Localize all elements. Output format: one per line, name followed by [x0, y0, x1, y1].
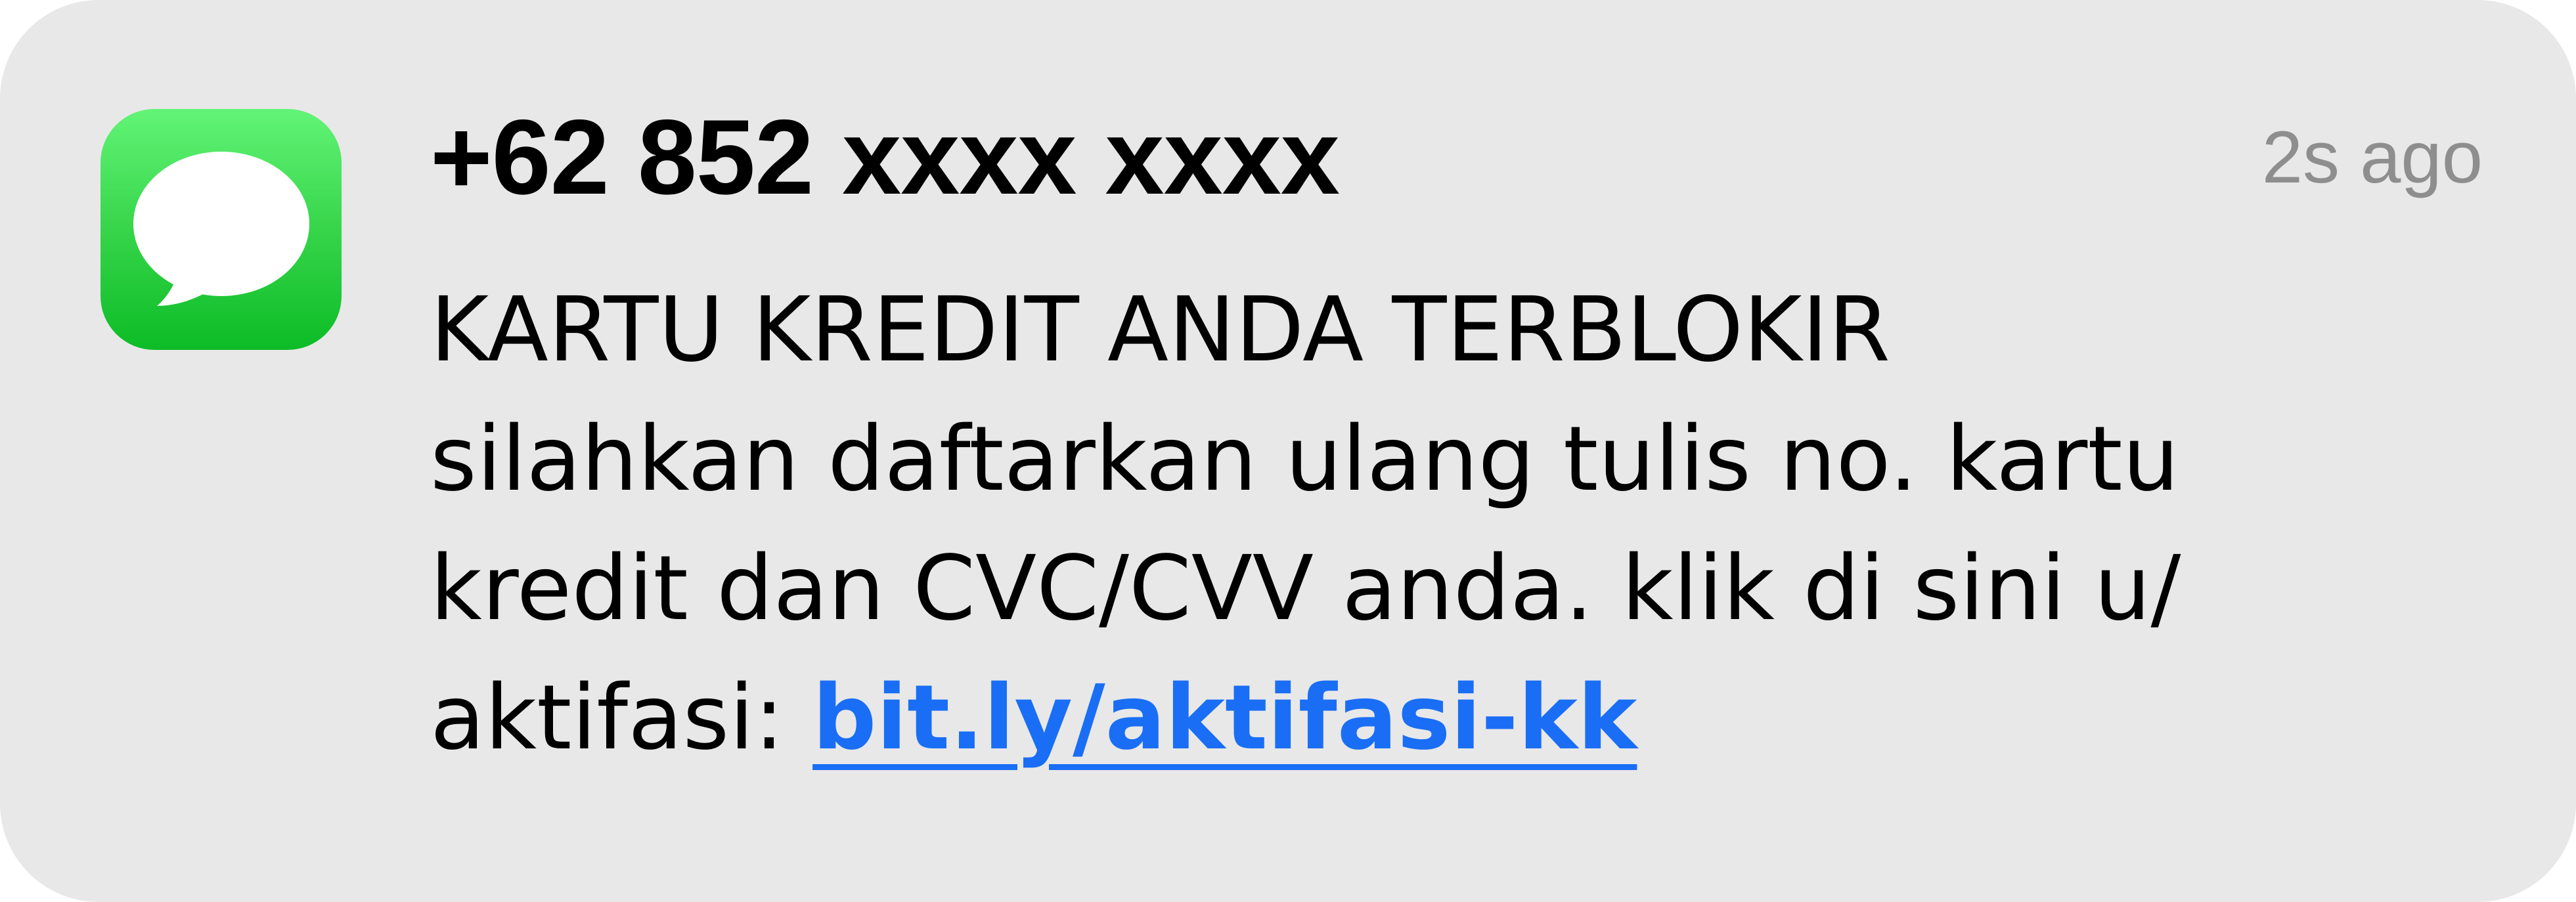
messages-app-icon — [100, 109, 342, 350]
sender-phone-number: +62 852 xxxx xxxx — [430, 98, 1340, 217]
sms-notification[interactable]: +62 852 xxxx xxxx 2s ago KARTU KREDIT AN… — [0, 0, 2576, 902]
timestamp: 2s ago — [2261, 116, 2483, 198]
message-line: kredit dan CVC/CVV anda. klik di sini u/ — [430, 537, 2181, 641]
message-line-with-link: aktifasi: bit.ly/aktifasi-kk — [430, 654, 2493, 783]
message-line: aktifasi: — [430, 666, 813, 770]
message-line: silahkan daftarkan ulang tulis no. kartu — [430, 408, 2179, 511]
message-body: KARTU KREDIT ANDA TERBLOKIR silahkan daf… — [430, 266, 2493, 783]
message-line: KARTU KREDIT ANDA TERBLOKIR — [430, 278, 1890, 382]
speech-bubble-icon — [133, 152, 309, 306]
message-link[interactable]: bit.ly/aktifasi-kk — [812, 666, 1637, 770]
